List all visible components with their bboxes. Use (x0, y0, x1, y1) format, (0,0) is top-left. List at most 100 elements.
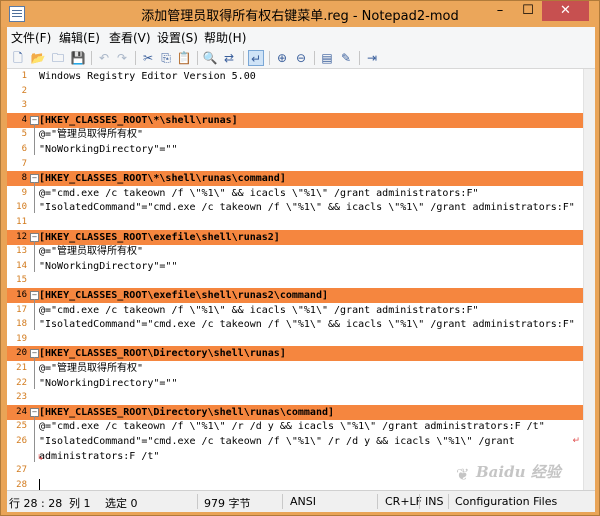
editor-line[interactable]: 18 "IsolatedCommand"="cmd.exe /c takeown … (7, 317, 583, 332)
section-header-line[interactable]: 12− [HKEY_CLASSES_ROOT\exefile\shell\runa… (7, 229, 583, 245)
line-number: 1 (21, 71, 27, 81)
status-line-ending[interactable]: CR+LF (385, 495, 422, 508)
line-number: 28 (16, 479, 27, 490)
word-wrap-icon[interactable]: ↵ (248, 50, 264, 66)
editor-line[interactable]: 17 @="cmd.exe /c takeown /f \"%1\" && ica… (7, 303, 583, 318)
status-encoding[interactable]: ANSI (290, 495, 316, 508)
line-number: 23 (16, 392, 27, 403)
line-number: 22 (16, 377, 27, 388)
status-size: 979 字节 (204, 497, 251, 510)
cut-icon[interactable]: ✂ (140, 50, 156, 66)
undo-icon[interactable]: ↶ (96, 50, 112, 66)
editor-line[interactable]: 9 @="cmd.exe /c takeown /f \"%1\" && icac… (7, 186, 583, 201)
editor-line[interactable]: 5 @="管理员取得所有权" (7, 127, 583, 142)
menu-help[interactable]: 帮助(H) (204, 29, 246, 46)
scheme-icon[interactable]: ▤ (319, 50, 335, 66)
save-icon[interactable]: 💾 (70, 50, 86, 66)
maximize-button[interactable]: ☐ (514, 1, 542, 21)
menu-file[interactable]: 文件(F) (11, 29, 51, 46)
editor-line[interactable]: 10 "IsolatedCommand"="cmd.exe /c takeown … (7, 200, 583, 215)
editor-line[interactable]: 14 "NoWorkingDirectory"="" (7, 259, 583, 274)
status-insert-mode[interactable]: INS (425, 495, 443, 508)
line-number: 24 (16, 406, 27, 417)
line-number: 15 (16, 275, 27, 286)
line-text: [HKEY_CLASSES_ROOT\Directory\shell\runas… (39, 406, 335, 418)
fold-guide (34, 240, 35, 272)
section-header-line[interactable]: 4− [HKEY_CLASSES_ROOT\*\shell\runas] (7, 112, 583, 128)
line-text: @="管理员取得所有权" (39, 129, 144, 141)
status-separator (377, 494, 378, 509)
editor-line[interactable]: 23 (7, 390, 583, 405)
editor-line[interactable]: 13 @="管理员取得所有权" (7, 244, 583, 259)
status-separator (197, 494, 198, 509)
minimize-button[interactable]: – (486, 1, 514, 21)
editor-line[interactable]: 21 @="管理员取得所有权" (7, 361, 583, 376)
line-number: 4 (21, 114, 27, 125)
line-text: Windows Registry Editor Version 5.00 (39, 71, 256, 82)
line-number: 19 (16, 333, 27, 344)
line-number: 9 (21, 187, 27, 198)
fold-guide (34, 299, 35, 331)
editor-line[interactable]: 19 (7, 332, 583, 347)
line-text: "NoWorkingDirectory"="" (39, 377, 178, 389)
status-scheme[interactable]: Configuration Files (455, 495, 557, 508)
section-header-line[interactable]: 8− [HKEY_CLASSES_ROOT\*\shell\runas\comma… (7, 171, 583, 187)
close-button[interactable]: ✕ (542, 1, 589, 21)
line-text: @="管理员取得所有权" (39, 363, 144, 374)
status-line-position: 行 28 : 28 (9, 497, 63, 510)
line-number: 26 (16, 436, 27, 446)
section-header-line[interactable]: 24− [HKEY_CLASSES_ROOT\Directory\shell\ru… (7, 404, 583, 420)
line-number: 20 (16, 348, 27, 359)
menu-settings[interactable]: 设置(S) (157, 29, 198, 46)
menu-view[interactable]: 查看(V) (109, 29, 151, 46)
editor-line[interactable]: 25 @="cmd.exe /c takeown /f \"%1\" /r /d … (7, 419, 583, 434)
watermark: ❦ Baidu 经验 (456, 459, 576, 489)
vertical-scrollbar[interactable] (583, 69, 595, 490)
line-text: [HKEY_CLASSES_ROOT\*\shell\runas] (39, 114, 238, 126)
section-header-line[interactable]: 16− [HKEY_CLASSES_ROOT\exefile\shell\runa… (7, 288, 583, 303)
editor-line[interactable]: 1 Windows Registry Editor Version 5.00 (7, 69, 583, 84)
line-number: 5 (21, 129, 27, 140)
line-number: 6 (21, 144, 27, 154)
editor-line[interactable]: 22 "NoWorkingDirectory"="" (7, 376, 583, 391)
title-bar[interactable]: 添加管理员取得所有权右键菜单.reg - Notepad2-mod – ☐ ✕ (1, 1, 599, 27)
line-text: "IsolatedCommand"="cmd.exe /c takeown /f… (39, 436, 515, 447)
wrap-indicator-icon: ↵ (572, 436, 580, 446)
line-text: "IsolatedCommand"="cmd.exe /c takeown /f… (39, 319, 575, 331)
fold-guide (34, 415, 35, 462)
editor-line[interactable]: 2 (7, 84, 583, 99)
line-text: @="管理员取得所有权" (39, 246, 144, 258)
line-text: @="cmd.exe /c takeown /f \"%1\" && icacl… (39, 187, 479, 199)
line-number: 27 (16, 465, 27, 476)
editor-line[interactable]: 15 (7, 273, 583, 288)
replace-icon[interactable]: ⇄ (221, 50, 237, 66)
status-column: 列 1 (69, 497, 91, 510)
status-separator (448, 494, 449, 509)
copy-icon[interactable]: ⎘ (158, 50, 174, 66)
editor-line[interactable]: 26 "IsolatedCommand"="cmd.exe /c takeown … (7, 434, 583, 449)
zoom-out-icon[interactable]: ⊖ (293, 50, 309, 66)
find-icon[interactable]: 🔍 (202, 50, 218, 66)
status-selection: 选定 0 (105, 497, 138, 510)
line-number: 21 (16, 363, 27, 373)
exit-icon[interactable]: ⇥ (364, 50, 380, 66)
text-editor[interactable]: 1 Windows Registry Editor Version 5.00 2 3 4… (7, 69, 595, 490)
fold-guide (34, 123, 35, 155)
section-header-line[interactable]: 20− [HKEY_CLASSES_ROOT\Directory\shell\ru… (7, 346, 583, 362)
customize-icon[interactable]: ✎ (338, 50, 354, 66)
new-file-icon[interactable]: 🗋 (10, 50, 26, 66)
paste-icon[interactable]: 📋 (176, 50, 192, 66)
editor-line[interactable]: 7 (7, 157, 583, 172)
editor-line[interactable]: 11 (7, 215, 583, 230)
line-text: @="cmd.exe /c takeown /f \"%1\" && icacl… (39, 304, 479, 316)
redo-icon[interactable]: ↷ (114, 50, 130, 66)
line-number: 10 (16, 202, 27, 213)
editor-line[interactable]: 6 "NoWorkingDirectory"="" (7, 142, 583, 157)
menu-edit[interactable]: 编辑(E) (59, 29, 100, 46)
zoom-in-icon[interactable]: ⊕ (274, 50, 290, 66)
line-number: 17 (16, 304, 27, 315)
browse-icon[interactable]: 🗀 (50, 50, 66, 66)
open-folder-icon[interactable]: 📂 (30, 50, 46, 66)
editor-line[interactable]: 3 (7, 98, 583, 113)
toolbar-separator (197, 51, 198, 65)
